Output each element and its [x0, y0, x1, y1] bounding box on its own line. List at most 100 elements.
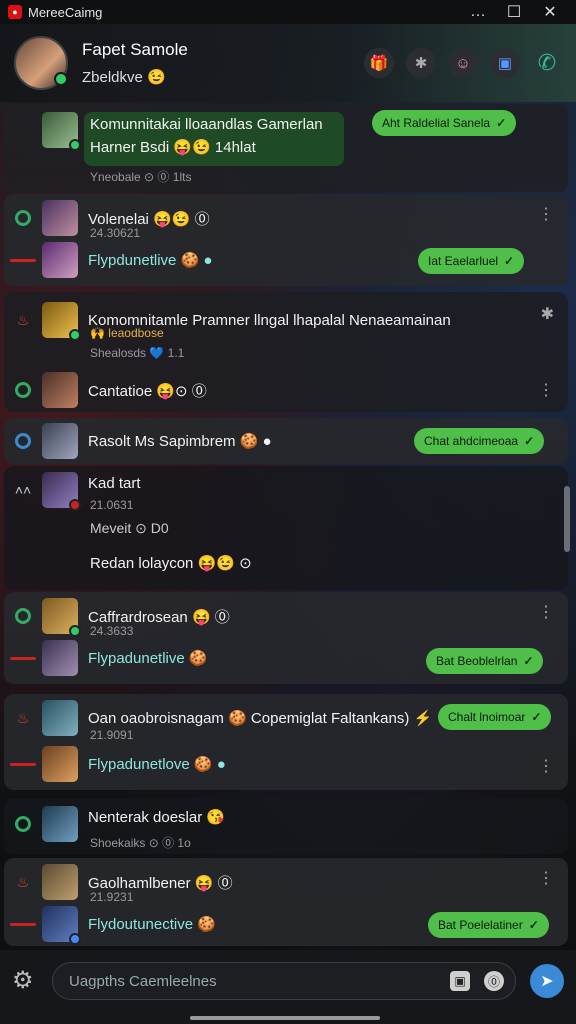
send-icon: ➤ [540, 973, 554, 990]
emoji-icon[interactable]: ⓪ [484, 971, 504, 991]
message-text: Rasolt Ms Sapimbrem 🍪 ● [88, 433, 272, 450]
chat-card[interactable]: Komunnitakai lloaandlas Gamerlan Harner … [4, 104, 568, 192]
message-meta: 24.30621 [90, 226, 141, 240]
contact-avatar[interactable] [42, 242, 78, 278]
online-status-icon [69, 625, 81, 637]
contact-avatar[interactable] [42, 372, 78, 408]
settings-icon[interactable]: ✱ [406, 48, 436, 78]
contact-avatar[interactable] [42, 746, 78, 782]
message-subtext: 🙌 leaodbose [90, 326, 164, 340]
more-options-icon[interactable]: ⋮ [538, 602, 554, 622]
chat-card[interactable]: ♨ Oan oaobroisnagam 🍪 Copemiglat Faltank… [4, 694, 568, 790]
message-meta: 21.9231 [90, 890, 134, 904]
home-indicator [190, 1016, 380, 1020]
pill-label: Chat ahdcimeoaa [424, 434, 519, 448]
message-text: Komunnitakai lloaandlas Gamerlan [90, 116, 323, 133]
settings-icon[interactable]: ✱ [541, 304, 554, 324]
chat-header: Fapet Samole Zbeldkve 😉 🎁 ✱ ☺ ▣ ✆ [0, 24, 576, 102]
ring-icon [4, 382, 42, 398]
message-text: Kad tart [88, 474, 141, 492]
ring-icon [4, 433, 42, 449]
more-options-icon[interactable]: ⋮ [538, 868, 554, 888]
chat-action-button[interactable]: Iat Eaelarluel ✓ [418, 248, 525, 274]
message-input[interactable]: Uagpths Caemleelnes [52, 962, 516, 1000]
chat-card[interactable]: Volenelai 😝😉 ⓪ 24.30621 ⋮ Flypdunetlive … [4, 194, 568, 286]
contact-avatar[interactable] [42, 302, 81, 341]
minimize-button[interactable]: … [460, 3, 496, 21]
pill-label: Bat Beoblelrlan [436, 654, 518, 668]
close-button[interactable]: ✕ [532, 2, 568, 22]
phone-icon[interactable]: ✆ [532, 48, 562, 78]
message-text: Harner Bsdi 😝😉 14hlat [90, 139, 256, 156]
message-text: Oan oaobroisnagam 🍪 Copemiglat Faltankan… [88, 710, 433, 727]
check-icon: ✓ [496, 116, 507, 130]
contact-avatar[interactable] [42, 806, 78, 842]
input-placeholder: Uagpths Caemleelnes [69, 972, 217, 990]
chat-card[interactable]: ♨ Komomnitamle Pramner llngal lhapalal N… [4, 292, 568, 412]
avatar-icon[interactable]: ☺ [448, 48, 478, 78]
contact-avatar[interactable] [42, 700, 78, 736]
check-icon: ✓ [523, 654, 534, 668]
more-options-icon[interactable]: ⋮ [538, 380, 554, 400]
chat-card[interactable]: ˄˄ Kad tart 21.0631 Meveit ⊙ D0 Redan lo… [4, 466, 568, 590]
contact-avatar[interactable] [42, 200, 78, 236]
message-text: Flydoutunective 🍪 [88, 916, 216, 933]
more-options-icon[interactable]: ⋮ [538, 204, 554, 224]
message-text: Flypdunetlive 🍪 ● [88, 252, 213, 269]
ring-icon [4, 608, 42, 624]
flame-icon: ♨ [16, 709, 30, 726]
chat-action-button[interactable]: Aht Raldelial Sanela ✓ [372, 110, 517, 136]
status-icon [69, 933, 81, 945]
contact-avatar[interactable] [42, 472, 81, 511]
chat-card[interactable]: Rasolt Ms Sapimbrem 🍪 ● Chat ahdcimeoaa ✓ [4, 418, 568, 464]
flame-icon: ♨ [16, 311, 30, 328]
message-meta: Shoekaiks ⊙ ⓪ 1o [90, 836, 191, 850]
chat-card[interactable]: ♨ Gaolhamlbener 😝 ⓪ 21.9231 ⋮ Flydoutune… [4, 858, 568, 946]
message-text: Nenterak doeslar 😘 [88, 809, 226, 826]
chat-card[interactable]: Caffrardrosean 😝 ⓪ 24.3633 ⋮ Flypadunetl… [4, 592, 568, 684]
pill-label: Bat Poelelatiner [438, 918, 523, 932]
contact-avatar[interactable] [42, 906, 81, 945]
maximize-button[interactable]: ☐ [496, 2, 532, 22]
window-title: MereeCaimg [28, 4, 103, 20]
message-meta: 21.9091 [90, 728, 134, 742]
profile-name: Fapet Samole [82, 40, 188, 59]
attachment-icon[interactable]: ▣ [450, 971, 470, 991]
scrollbar-thumb[interactable] [564, 486, 570, 552]
pill-label: Iat Eaelarluel [428, 254, 499, 268]
contact-avatar[interactable] [42, 640, 78, 676]
chat-action-button[interactable]: Bat Poelelatiner ✓ [428, 912, 549, 938]
contact-avatar[interactable] [42, 112, 81, 151]
gift-icon[interactable]: 🎁 [364, 48, 394, 78]
pill-label: Aht Raldelial Sanela [382, 116, 491, 130]
online-status-icon [54, 72, 68, 86]
busy-status-icon [69, 499, 81, 511]
contact-avatar[interactable] [42, 423, 78, 459]
message-text: Cantatioe 😝⊙ ⓪ [88, 382, 207, 400]
header-actions: 🎁 ✱ ☺ ▣ ✆ [364, 48, 562, 78]
check-icon: ✓ [504, 254, 515, 268]
chat-action-button[interactable]: Bat Beoblelrlan ✓ [426, 648, 544, 674]
message-meta: Yneobale ⊙ ⓪ 1lts [90, 170, 192, 184]
profile-avatar[interactable] [14, 36, 68, 90]
message-text: Flypadunetlive 🍪 [88, 650, 208, 667]
ring-icon [4, 210, 42, 226]
app-icon: ● [8, 5, 22, 19]
check-icon: ✓ [531, 710, 542, 724]
bird-icon: ˄˄ [14, 482, 32, 498]
gear-icon[interactable]: ⚙ [12, 966, 34, 995]
contact-avatar[interactable] [42, 864, 78, 900]
dash-icon [4, 258, 42, 262]
contact-avatar[interactable] [42, 598, 81, 637]
square-icon[interactable]: ▣ [490, 48, 520, 78]
send-button[interactable]: ➤ [530, 964, 564, 998]
profile-info: Fapet Samole Zbeldkve 😉 [82, 40, 188, 86]
more-options-icon[interactable]: ⋮ [538, 756, 554, 776]
message-meta: 21.0631 [90, 498, 134, 512]
chat-card[interactable]: Nenterak doeslar 😘 Shoekaiks ⊙ ⓪ 1o [4, 798, 568, 854]
message-text: Flypadunetlove 🍪 ● [88, 756, 226, 773]
chat-action-button[interactable]: Chat ahdcimeoaa ✓ [414, 428, 545, 454]
online-status-icon [69, 139, 81, 151]
chat-action-button[interactable]: Chalt lnoimoar ✓ [438, 704, 552, 730]
dash-icon [4, 656, 42, 660]
